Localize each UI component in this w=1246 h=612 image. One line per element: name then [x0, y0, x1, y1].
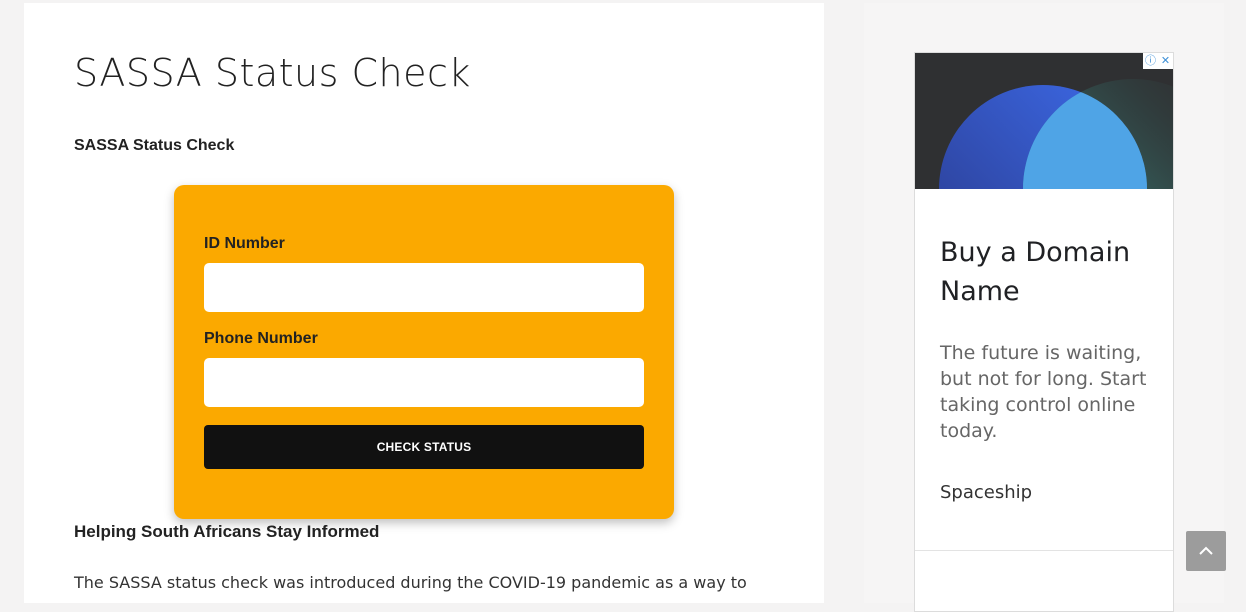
form-heading: SASSA Status Check — [74, 137, 235, 154]
ad-banner[interactable]: ⓘ ✕ Buy a Domain Name The future is wait… — [914, 52, 1174, 612]
ad-badges: ⓘ ✕ — [1143, 53, 1173, 69]
ad-description[interactable]: The future is waiting, but not for long.… — [940, 340, 1160, 444]
ad-graphic — [939, 79, 1173, 189]
ad-brand[interactable]: Spaceship — [940, 482, 1032, 503]
article-paragraph: The SASSA status check was introduced du… — [74, 573, 747, 592]
close-icon[interactable]: ✕ — [1158, 53, 1173, 69]
page-title: SASSA Status Check — [74, 51, 471, 95]
ad-divider — [915, 550, 1173, 551]
chevron-up-icon — [1199, 546, 1213, 555]
status-check-form: ID Number Phone Number CHECK STATUS — [174, 185, 674, 519]
section-heading: Helping South Africans Stay Informed — [74, 522, 380, 541]
id-number-label: ID Number — [204, 235, 285, 252]
scroll-to-top-button[interactable] — [1186, 531, 1226, 571]
ad-title[interactable]: Buy a Domain Name — [940, 233, 1160, 311]
id-number-input[interactable] — [204, 263, 644, 312]
main-content: SASSA Status Check SASSA Status Check ID… — [24, 3, 824, 603]
ad-image[interactable]: ⓘ ✕ — [915, 53, 1173, 189]
phone-number-label: Phone Number — [204, 330, 318, 347]
info-icon[interactable]: ⓘ — [1143, 53, 1158, 69]
phone-number-input[interactable] — [204, 358, 644, 407]
check-status-button[interactable]: CHECK STATUS — [204, 425, 644, 469]
